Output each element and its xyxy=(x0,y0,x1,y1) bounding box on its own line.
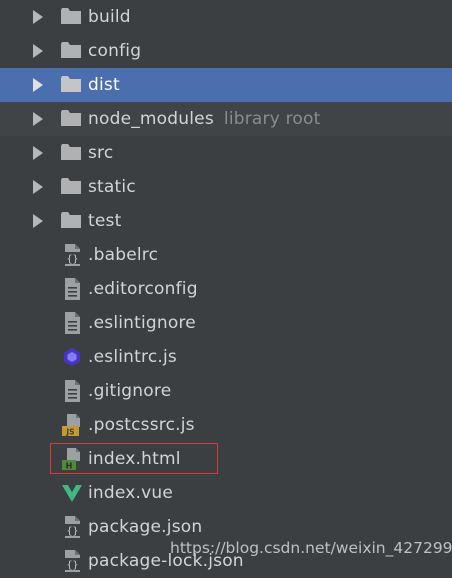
folder-name: src xyxy=(88,143,114,163)
folder-row-build[interactable]: build xyxy=(0,0,452,34)
folder-name: dist xyxy=(88,75,120,95)
file-row-eslintrc[interactable]: .eslintrc.js xyxy=(0,340,452,374)
text-file-icon xyxy=(65,380,80,402)
expand-arrow-icon[interactable] xyxy=(33,146,43,160)
folder-row-dist[interactable]: dist xyxy=(0,68,452,102)
file-name: .gitignore xyxy=(88,381,172,401)
file-row-babelrc[interactable]: {} .babelrc xyxy=(0,238,452,272)
expand-arrow-icon[interactable] xyxy=(33,180,43,194)
folder-name: static xyxy=(88,177,136,197)
project-tree: build config dist node_modules library ro… xyxy=(0,0,452,572)
folder-row-static[interactable]: static xyxy=(0,170,452,204)
file-name: .eslintrc.js xyxy=(88,347,177,367)
expand-arrow-icon[interactable] xyxy=(33,112,43,126)
expand-arrow-icon[interactable] xyxy=(33,78,43,92)
file-row-postcssrc[interactable]: JS .postcssrc.js xyxy=(0,408,452,442)
folder-name: build xyxy=(88,7,131,27)
svg-text:JS: JS xyxy=(65,428,74,437)
folder-row-config[interactable]: config xyxy=(0,34,452,68)
folder-icon xyxy=(61,178,81,194)
json-config-file-icon: {} xyxy=(64,550,81,572)
folder-icon xyxy=(61,212,81,228)
file-row-gitignore[interactable]: .gitignore xyxy=(0,374,452,408)
folder-name-with-hint: node_modules library root xyxy=(88,107,321,131)
vue-file-icon xyxy=(62,485,82,502)
svg-text:{}: {} xyxy=(66,526,78,537)
json-config-file-icon: {} xyxy=(64,516,81,538)
javascript-file-icon: JS xyxy=(62,414,80,437)
svg-text:{}: {} xyxy=(66,254,78,265)
folder-icon xyxy=(61,42,81,58)
folder-icon xyxy=(61,110,81,126)
folder-row-node-modules[interactable]: node_modules library root xyxy=(0,102,452,136)
text-file-icon xyxy=(65,278,80,300)
folder-row-src[interactable]: src xyxy=(0,136,452,170)
file-name: .editorconfig xyxy=(88,279,198,299)
file-row-eslintignore[interactable]: .eslintignore xyxy=(0,306,452,340)
folder-icon xyxy=(61,76,81,92)
file-name: package.json xyxy=(88,517,203,537)
folder-icon xyxy=(61,8,81,24)
eslint-icon xyxy=(64,348,80,366)
file-row-editorconfig[interactable]: .editorconfig xyxy=(0,272,452,306)
highlight-annotation-box xyxy=(50,443,218,474)
library-root-hint: library root xyxy=(223,109,321,129)
json-config-file-icon: {} xyxy=(64,244,81,266)
folder-row-test[interactable]: test xyxy=(0,204,452,238)
file-name: .eslintignore xyxy=(88,313,196,333)
file-name: .postcssrc.js xyxy=(88,415,195,435)
file-name: index.vue xyxy=(88,483,174,503)
folder-name: node_modules xyxy=(88,109,214,129)
watermark-text: https://blog.csdn.net/weixin_42729938 xyxy=(170,539,452,557)
file-name: .babelrc xyxy=(88,245,159,265)
text-file-icon xyxy=(65,312,80,334)
expand-arrow-icon[interactable] xyxy=(33,44,43,58)
folder-icon xyxy=(61,144,81,160)
folder-name: config xyxy=(88,41,142,61)
folder-name: test xyxy=(88,211,122,231)
expand-arrow-icon[interactable] xyxy=(33,214,43,228)
file-row-index-vue[interactable]: index.vue xyxy=(0,476,452,510)
expand-arrow-icon[interactable] xyxy=(33,10,43,24)
